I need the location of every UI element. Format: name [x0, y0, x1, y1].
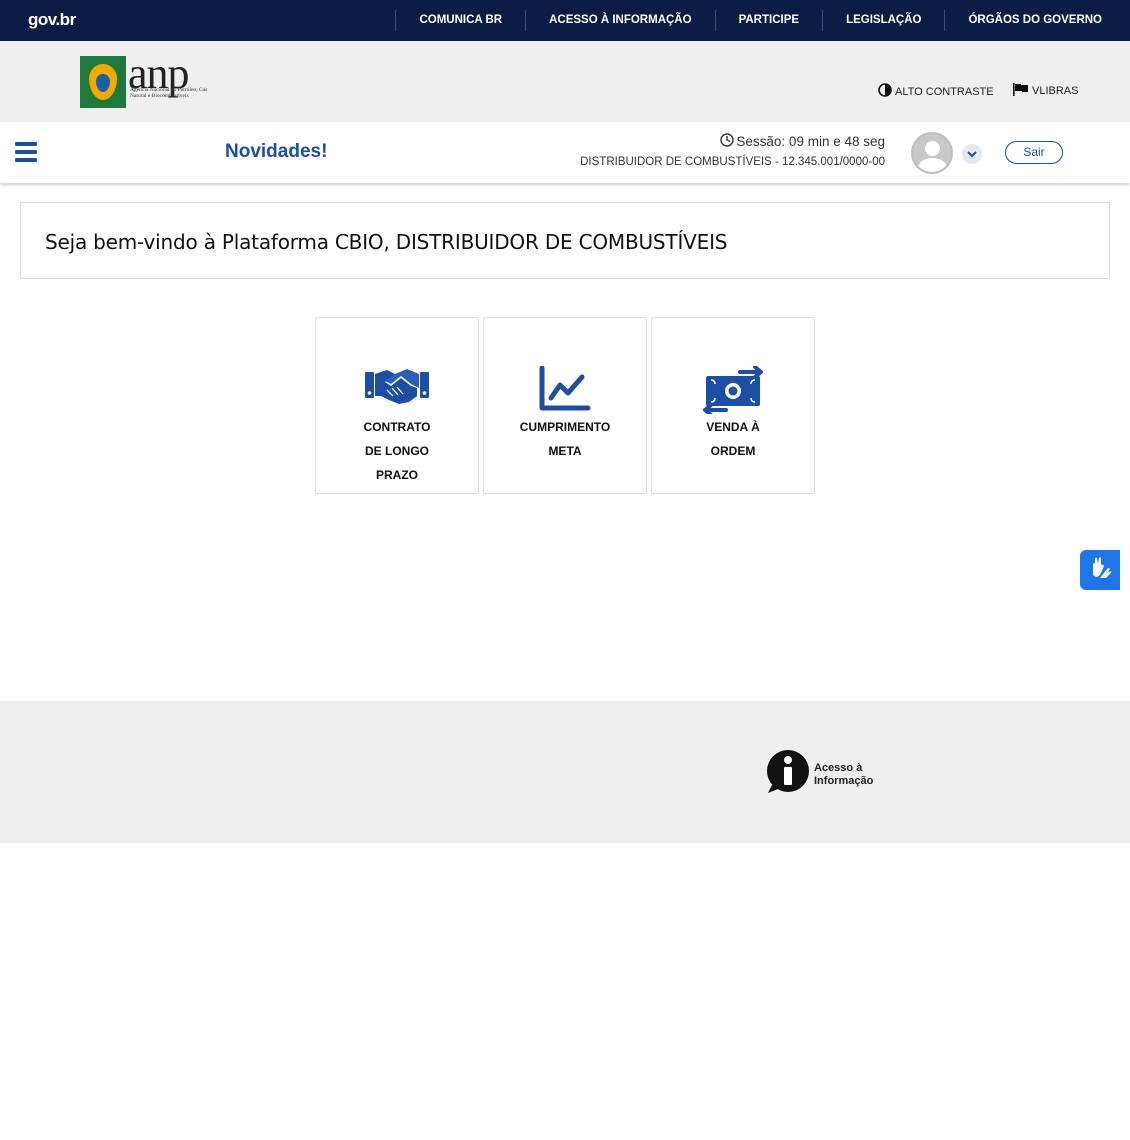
govbr-link-orgaos-governo[interactable]: ÓRGÃOS DO GOVERNO	[944, 10, 1130, 31]
line-chart-icon	[484, 366, 646, 414]
welcome-title: Seja bem-vindo à Plataforma CBIO, DISTRI…	[45, 230, 728, 254]
tile-label: CONTRATO DE LONGO PRAZO	[326, 415, 468, 487]
tile-label-line: PRAZO	[376, 468, 418, 482]
sair-button[interactable]: Sair	[1005, 141, 1063, 164]
govbr-link-comunica-br[interactable]: COMUNICA BR	[395, 10, 525, 31]
tile-label-line: ORDEM	[710, 444, 756, 458]
tile-label-line: VENDA À	[706, 420, 760, 434]
tile-contrato-longo-prazo[interactable]: CONTRATO DE LONGO PRAZO	[315, 317, 479, 494]
govbr-links: COMUNICA BR ACESSO À INFORMAÇÃO PARTICIP…	[395, 0, 1130, 41]
session-timer-text: Sessão: 09 min e 48 seg	[736, 134, 885, 149]
acesso-informacao-line1: Acesso à	[814, 761, 863, 774]
contrast-icon	[878, 83, 892, 100]
flag-icon	[1013, 83, 1029, 99]
tile-label-line: META	[548, 444, 582, 458]
handshake-icon	[316, 366, 478, 414]
tile-label: CUMPRIMENTO META	[494, 415, 636, 463]
acesso-informacao-text: Acesso à Informação	[814, 762, 873, 788]
menu-hamburger-icon[interactable]	[15, 142, 37, 162]
govbr-top-bar: gov.br COMUNICA BR ACESSO À INFORMAÇÃO P…	[0, 0, 1130, 41]
tile-cumprimento-meta[interactable]: CUMPRIMENTO META	[483, 317, 647, 494]
tile-label-line: CONTRATO	[363, 420, 431, 434]
company-info: DISTRIBUIDOR DE COMBUSTÍVEIS - 12.345.00…	[580, 156, 885, 168]
tile-label: VENDA À ORDEM	[662, 415, 804, 463]
session-timer: Sessão: 09 min e 48 seg	[720, 133, 885, 150]
acesso-informacao-line2: Informação	[814, 774, 874, 787]
avatar[interactable]	[911, 132, 953, 174]
alto-contraste-button[interactable]: ALTO CONTRASTE	[878, 83, 994, 100]
govbr-logo[interactable]: gov.br	[28, 10, 76, 30]
govbr-link-acesso-informacao[interactable]: ACESSO À INFORMAÇÃO	[525, 10, 714, 31]
vlibras-widget-button[interactable]	[1080, 550, 1120, 590]
welcome-card: Seja bem-vindo à Plataforma CBIO, DISTRI…	[20, 202, 1110, 279]
vlibras-button[interactable]: VLIBRAS	[1013, 83, 1078, 99]
main-navbar: Novidades! Sessão: 09 min e 48 seg DISTR…	[0, 122, 1130, 183]
anp-header: anp Agência Nacional do Petróleo, Gás Na…	[0, 41, 1130, 122]
sign-language-hands-icon	[1087, 555, 1113, 586]
novidades-link[interactable]: Novidades!	[225, 141, 327, 163]
chevron-down-icon[interactable]	[962, 144, 982, 164]
info-icon	[766, 749, 810, 800]
anp-logo-emblem	[80, 56, 126, 108]
tile-venda-ordem[interactable]: VENDA À ORDEM	[651, 317, 815, 494]
alto-contraste-label: ALTO CONTRASTE	[895, 85, 994, 98]
acesso-informacao-link[interactable]: Acesso à Informação	[766, 749, 873, 800]
vlibras-label: VLIBRAS	[1032, 85, 1079, 97]
clock-icon	[720, 133, 735, 150]
tile-label-line: CUMPRIMENTO	[519, 420, 611, 434]
anp-logo-subtitle: Agência Nacional do Petróleo, Gás Natura…	[130, 87, 208, 100]
money-exchange-icon	[652, 366, 814, 414]
footer: Acesso à Informação	[0, 701, 1130, 843]
govbr-link-participe[interactable]: PARTICIPE	[714, 10, 823, 31]
anp-logo[interactable]: anp Agência Nacional do Petróleo, Gás Na…	[80, 49, 207, 109]
govbr-link-legislacao[interactable]: LEGISLAÇÃO	[822, 10, 944, 31]
tile-label-line: DE LONGO	[364, 444, 429, 458]
